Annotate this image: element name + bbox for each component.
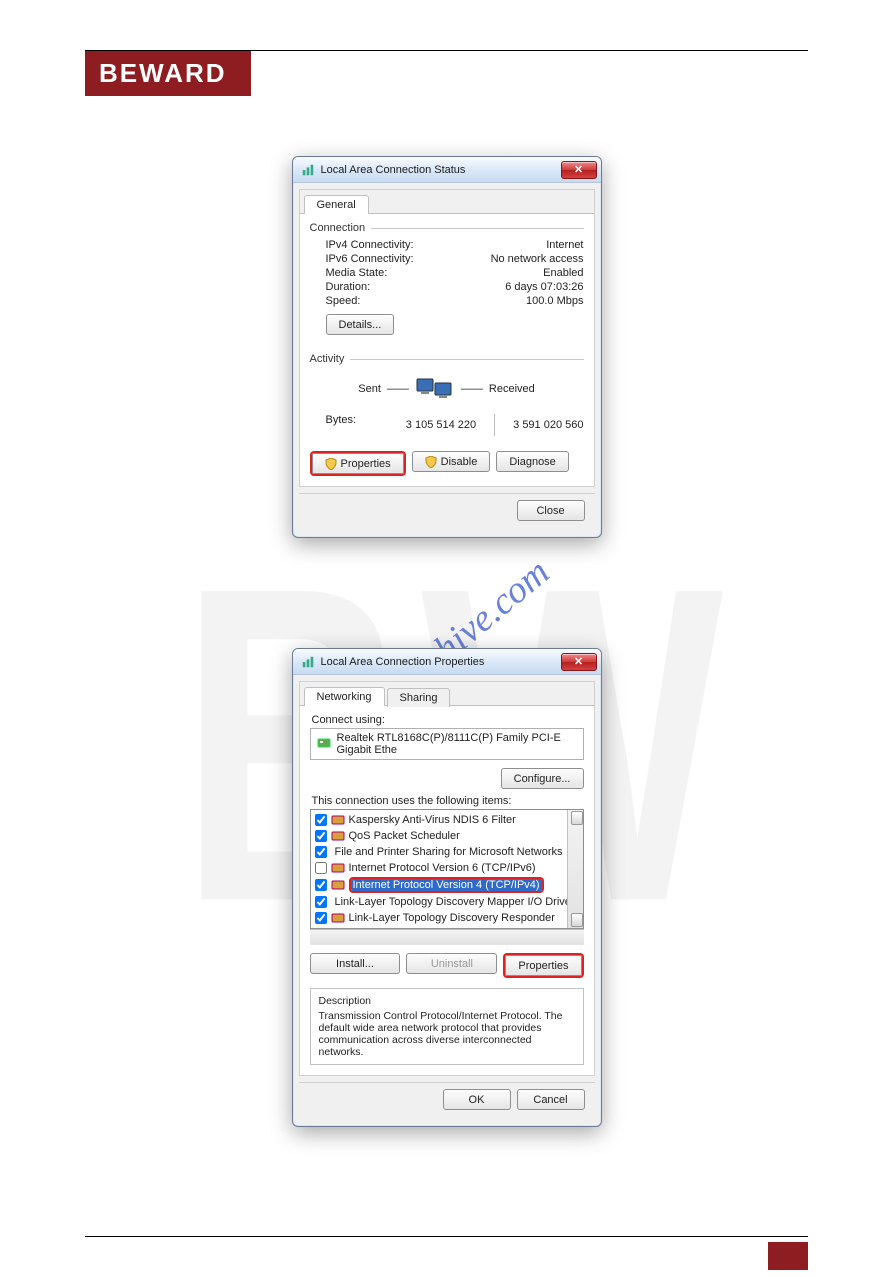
received-label: Received bbox=[489, 383, 535, 395]
adapter-field[interactable]: Realtek RTL8168C(P)/8111C(P) Family PCI-… bbox=[310, 728, 584, 760]
configure-button[interactable]: Configure... bbox=[501, 768, 584, 789]
item-checkbox[interactable] bbox=[315, 862, 327, 874]
item-checkbox[interactable] bbox=[315, 912, 327, 924]
monitors-icon bbox=[415, 373, 455, 405]
footer-marker bbox=[768, 1242, 808, 1270]
ipv4-label: IPv4 Connectivity: bbox=[326, 239, 414, 251]
titlebar[interactable]: Local Area Connection Status ✕ bbox=[293, 157, 601, 183]
status-body: General Connection IPv4 Connectivity: Int… bbox=[299, 189, 595, 487]
diagnose-button[interactable]: Diagnose bbox=[496, 451, 568, 472]
item-text: Link-Layer Topology Discovery Mapper I/O… bbox=[335, 896, 567, 908]
network-icon bbox=[301, 655, 315, 669]
window-title: Local Area Connection Status bbox=[321, 164, 555, 176]
description-text: Transmission Control Protocol/Internet P… bbox=[319, 1010, 575, 1058]
tab-sharing[interactable]: Sharing bbox=[387, 688, 451, 707]
properties-button[interactable]: Properties bbox=[505, 955, 581, 976]
media-label: Media State: bbox=[326, 267, 388, 279]
component-icon bbox=[331, 813, 345, 827]
shield-icon bbox=[325, 458, 337, 470]
tab-general[interactable]: General bbox=[304, 195, 369, 214]
adapter-text: Realtek RTL8168C(P)/8111C(P) Family PCI-… bbox=[337, 732, 577, 756]
titlebar[interactable]: Local Area Connection Properties ✕ bbox=[293, 649, 601, 675]
item-checkbox[interactable] bbox=[315, 830, 327, 842]
horizontal-scrollbar[interactable] bbox=[310, 929, 584, 945]
item-checkbox[interactable] bbox=[315, 896, 327, 908]
close-window-button[interactable]: Close bbox=[517, 500, 585, 521]
tab-networking[interactable]: Networking bbox=[304, 687, 385, 706]
shield-icon bbox=[425, 456, 437, 468]
component-icon bbox=[331, 878, 345, 892]
sent-label: Sent bbox=[358, 383, 381, 395]
component-icon bbox=[331, 861, 345, 875]
highlight-properties: Properties bbox=[310, 451, 406, 476]
properties-button[interactable]: Properties bbox=[312, 453, 404, 474]
list-item[interactable]: QoS Packet Scheduler bbox=[311, 828, 567, 844]
ok-button[interactable]: OK bbox=[443, 1089, 511, 1110]
brand-logo: BEWARD bbox=[85, 51, 251, 96]
adapter-icon bbox=[317, 736, 331, 753]
items-listbox[interactable]: Kaspersky Anti-Virus NDIS 6 Filter QoS Pa… bbox=[310, 809, 584, 929]
list-item[interactable]: Internet Protocol Version 4 (TCP/IPv4) bbox=[311, 876, 567, 894]
tabstrip: General bbox=[300, 190, 594, 214]
install-button[interactable]: Install... bbox=[310, 953, 401, 974]
item-text: Kaspersky Anti-Virus NDIS 6 Filter bbox=[349, 814, 516, 826]
highlight-properties: Properties bbox=[503, 953, 583, 978]
close-button[interactable]: ✕ bbox=[561, 161, 597, 179]
close-button[interactable]: ✕ bbox=[561, 653, 597, 671]
item-checkbox[interactable] bbox=[315, 814, 327, 826]
details-button[interactable]: Details... bbox=[326, 314, 395, 335]
ipv6-value: No network access bbox=[491, 253, 584, 265]
media-value: Enabled bbox=[543, 267, 583, 279]
component-icon bbox=[331, 829, 345, 843]
properties-window: Local Area Connection Properties ✕ Netwo… bbox=[292, 648, 602, 1127]
item-text: QoS Packet Scheduler bbox=[349, 830, 460, 842]
component-icon bbox=[331, 911, 345, 925]
ipv6-label: IPv6 Connectivity: bbox=[326, 253, 414, 265]
status-window: Local Area Connection Status ✕ General C… bbox=[292, 156, 602, 538]
item-text: File and Printer Sharing for Microsoft N… bbox=[335, 846, 563, 858]
speed-value: 100.0 Mbps bbox=[526, 295, 583, 307]
disable-button[interactable]: Disable bbox=[412, 451, 491, 472]
activity-row: Sent —— —— Received bbox=[310, 373, 584, 405]
connect-using-label: Connect using: bbox=[312, 714, 584, 726]
separator bbox=[494, 414, 495, 436]
page-footer bbox=[85, 1236, 808, 1237]
list-item[interactable]: Kaspersky Anti-Virus NDIS 6 Filter bbox=[311, 812, 567, 828]
recv-bytes: 3 591 020 560 bbox=[513, 419, 583, 431]
list-item[interactable]: Link-Layer Topology Discovery Mapper I/O… bbox=[311, 894, 567, 910]
duration-value: 6 days 07:03:26 bbox=[505, 281, 583, 293]
description-label: Description bbox=[319, 995, 575, 1007]
items-label: This connection uses the following items… bbox=[312, 795, 584, 807]
list-item[interactable]: Link-Layer Topology Discovery Responder bbox=[311, 910, 567, 926]
highlight-selected-item: Internet Protocol Version 4 (TCP/IPv4) bbox=[349, 877, 544, 893]
list-item[interactable]: File and Printer Sharing for Microsoft N… bbox=[311, 844, 567, 860]
list-item[interactable]: Internet Protocol Version 6 (TCP/IPv6) bbox=[311, 860, 567, 876]
tabstrip: Networking Sharing bbox=[300, 682, 594, 706]
sent-bytes: 3 105 514 220 bbox=[406, 419, 476, 431]
item-text: Internet Protocol Version 6 (TCP/IPv6) bbox=[349, 862, 536, 874]
duration-label: Duration: bbox=[326, 281, 371, 293]
window-title: Local Area Connection Properties bbox=[321, 656, 555, 668]
group-connection: Connection bbox=[310, 222, 584, 234]
bytes-label: Bytes: bbox=[326, 414, 357, 436]
uninstall-button: Uninstall bbox=[406, 953, 497, 974]
ipv4-value: Internet bbox=[546, 239, 583, 251]
group-activity: Activity bbox=[310, 353, 584, 365]
network-icon bbox=[301, 163, 315, 177]
item-text: Internet Protocol Version 4 (TCP/IPv4) bbox=[351, 879, 542, 891]
vertical-scrollbar[interactable] bbox=[567, 810, 583, 928]
cancel-button[interactable]: Cancel bbox=[517, 1089, 585, 1110]
item-checkbox[interactable] bbox=[315, 846, 327, 858]
item-checkbox[interactable] bbox=[315, 879, 327, 891]
item-text: Link-Layer Topology Discovery Responder bbox=[349, 912, 555, 924]
speed-label: Speed: bbox=[326, 295, 361, 307]
